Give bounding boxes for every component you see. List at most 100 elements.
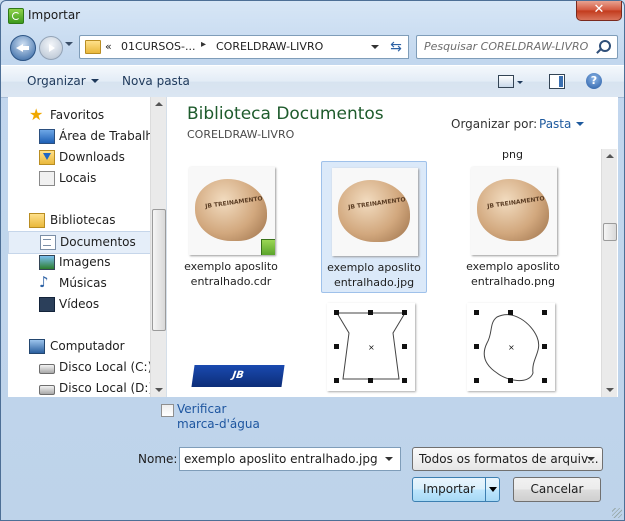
title-bar: Importar ✕: [1, 1, 624, 31]
sidebar-item-disco-d[interactable]: Disco Local (D:): [8, 378, 153, 399]
app-icon: [8, 8, 24, 24]
cancel-button[interactable]: Cancelar: [513, 477, 601, 502]
file-list-scrollbar[interactable]: [601, 149, 617, 397]
breadcrumb-cursos[interactable]: 01CURSOS-...: [121, 40, 195, 53]
preview-pane-icon[interactable]: [549, 74, 565, 89]
library-title: Biblioteca Documentos: [187, 104, 384, 124]
resize-grip[interactable]: [612, 508, 622, 518]
chevron-down-icon: [587, 457, 595, 461]
navigation-scrollbar[interactable]: [150, 97, 166, 397]
scrollbar-thumb[interactable]: [603, 223, 617, 241]
file-item[interactable]: JB TREINAMENTO exemplo aposlito entralhad…: [461, 161, 565, 291]
sidebar-item-locais[interactable]: Locais: [8, 168, 150, 189]
vector-thumbnail[interactable]: ×: [467, 303, 555, 391]
window-title: Importar: [28, 8, 81, 22]
scroll-down-arrow-icon[interactable]: [155, 388, 163, 392]
file-name-field[interactable]: exemplo aposlito entralhado.jpg: [179, 447, 401, 471]
hard-drive-icon: [39, 385, 55, 395]
import-dialog: Importar ✕ « 01CURSOS-... ▸ CORELDRAW-LI…: [0, 0, 625, 521]
navigation-pane: ★ Favoritos Área de Trabalho Downloads L…: [8, 97, 167, 397]
search-placeholder: Pesquisar CORELDRAW-LIVRO: [424, 40, 589, 53]
file-thumbnail: JB TREINAMENTO: [332, 168, 418, 256]
chevron-down-icon[interactable]: [385, 457, 393, 461]
watermark-checkbox-label[interactable]: Verificar marca-d'água: [177, 402, 260, 432]
arrange-by-label: Organizar por:: [451, 117, 538, 131]
recent-locations-chevron-icon[interactable]: [65, 42, 73, 46]
chevron-down-icon: [576, 122, 585, 126]
search-icon[interactable]: [599, 40, 611, 52]
sidebar-item-disco-c[interactable]: Disco Local (C:): [8, 357, 152, 378]
file-name: exemplo aposlito entralhado.jpg: [327, 261, 421, 289]
documents-icon: [40, 235, 56, 250]
computer-icon: [29, 339, 45, 354]
change-view-icon[interactable]: [498, 75, 514, 88]
downloads-icon: [39, 150, 55, 165]
svg-text:×: ×: [508, 343, 515, 352]
breadcrumb-coreldraw[interactable]: CORELDRAW-LIVRO: [216, 40, 323, 53]
desktop-icon: [39, 129, 55, 144]
star-icon: ★: [29, 105, 44, 124]
forward-button[interactable]: [39, 36, 63, 60]
music-icon: ♪: [39, 273, 49, 291]
sidebar-item-favoritos[interactable]: ★ Favoritos: [8, 105, 150, 126]
partial-file-label: png: [502, 148, 523, 161]
shape-drawing: ×: [474, 310, 547, 383]
shape-drawing: ×: [334, 310, 407, 383]
view-options-chevron-icon[interactable]: [517, 81, 523, 84]
close-button[interactable]: ✕: [576, 1, 622, 21]
file-thumbnail: JB TREINAMENTO: [189, 167, 275, 255]
sidebar-item-bibliotecas[interactable]: Bibliotecas: [8, 210, 150, 231]
hard-drive-icon: [39, 364, 55, 374]
back-button[interactable]: [10, 35, 36, 61]
sidebar-item-musicas[interactable]: ♪ Músicas: [8, 273, 150, 294]
sidebar-item-videos[interactable]: Vídeos: [8, 294, 150, 315]
chevron-down-icon: [90, 79, 99, 83]
sidebar-item-imagens[interactable]: Imagens: [8, 252, 150, 273]
new-folder-button[interactable]: Nova pasta: [122, 74, 190, 88]
file-type-value: Todos os formatos de arquiv...: [419, 452, 599, 466]
navigation-bar: « 01CURSOS-... ▸ CORELDRAW-LIVRO ⇆ Pesqu…: [1, 32, 624, 64]
recent-places-icon: [39, 171, 55, 186]
coreldraw-file-icon: [261, 239, 275, 255]
file-name: exemplo aposlito entralhado.cdr: [184, 260, 278, 288]
breadcrumb-arrow-icon[interactable]: ▸: [201, 39, 206, 50]
address-dropdown-icon[interactable]: [371, 45, 379, 49]
import-button-label: Importar: [422, 482, 476, 496]
import-button[interactable]: Importar: [412, 477, 500, 502]
videos-icon: [39, 297, 55, 312]
sidebar-item-area-de-trabalho[interactable]: Área de Trabalho: [8, 126, 160, 147]
sidebar-item-documentos[interactable]: Documentos: [8, 231, 152, 254]
refresh-button[interactable]: ⇆: [384, 35, 409, 59]
file-item-selected[interactable]: JB TREINAMENTO exemplo aposlito entralhad…: [321, 161, 427, 293]
sidebar-item-downloads[interactable]: Downloads: [8, 147, 150, 168]
pictures-icon: [39, 255, 55, 270]
file-item[interactable]: JB TREINAMENTO exemplo aposlito entralhad…: [179, 161, 283, 291]
command-bar: Organizar Nova pasta ?: [1, 65, 624, 98]
dialog-footer: Verificar marca-d'água Nome: exemplo apos…: [1, 398, 624, 520]
svg-text:×: ×: [368, 343, 375, 352]
logo-thumbnail[interactable]: JB TREINAMENTO: [191, 365, 285, 397]
file-name: exemplo aposlito entralhado.png: [466, 260, 560, 288]
scrollbar-thumb[interactable]: [152, 209, 166, 331]
scroll-up-arrow-icon[interactable]: [606, 154, 614, 158]
sidebar-item-computador[interactable]: Computador: [8, 336, 150, 357]
file-list-pane: Biblioteca Documentos CORELDRAW-LIVRO Or…: [167, 97, 618, 397]
vector-thumbnail[interactable]: ×: [327, 303, 415, 391]
arrange-by-dropdown[interactable]: Pasta: [539, 117, 585, 131]
scroll-up-arrow-icon[interactable]: [155, 102, 163, 106]
scroll-down-arrow-icon[interactable]: [606, 388, 614, 392]
address-bar[interactable]: « 01CURSOS-... ▸ CORELDRAW-LIVRO: [79, 35, 386, 59]
watermark-checkbox[interactable]: [161, 404, 174, 417]
file-type-select[interactable]: Todos os formatos de arquiv...: [412, 447, 603, 471]
organize-menu[interactable]: Organizar: [27, 74, 99, 88]
breadcrumb-overflow[interactable]: «: [105, 40, 112, 53]
libraries-icon: [29, 213, 45, 228]
folder-icon: [85, 40, 101, 54]
search-box[interactable]: Pesquisar CORELDRAW-LIVRO: [416, 35, 618, 59]
library-subtitle: CORELDRAW-LIVRO: [187, 128, 295, 141]
file-name-value: exemplo aposlito entralhado.jpg: [184, 452, 378, 466]
help-icon[interactable]: ?: [586, 73, 602, 89]
import-options-chevron-icon[interactable]: [485, 478, 500, 501]
file-thumbnail: JB TREINAMENTO: [471, 167, 557, 255]
file-name-label: Nome:: [138, 452, 178, 466]
